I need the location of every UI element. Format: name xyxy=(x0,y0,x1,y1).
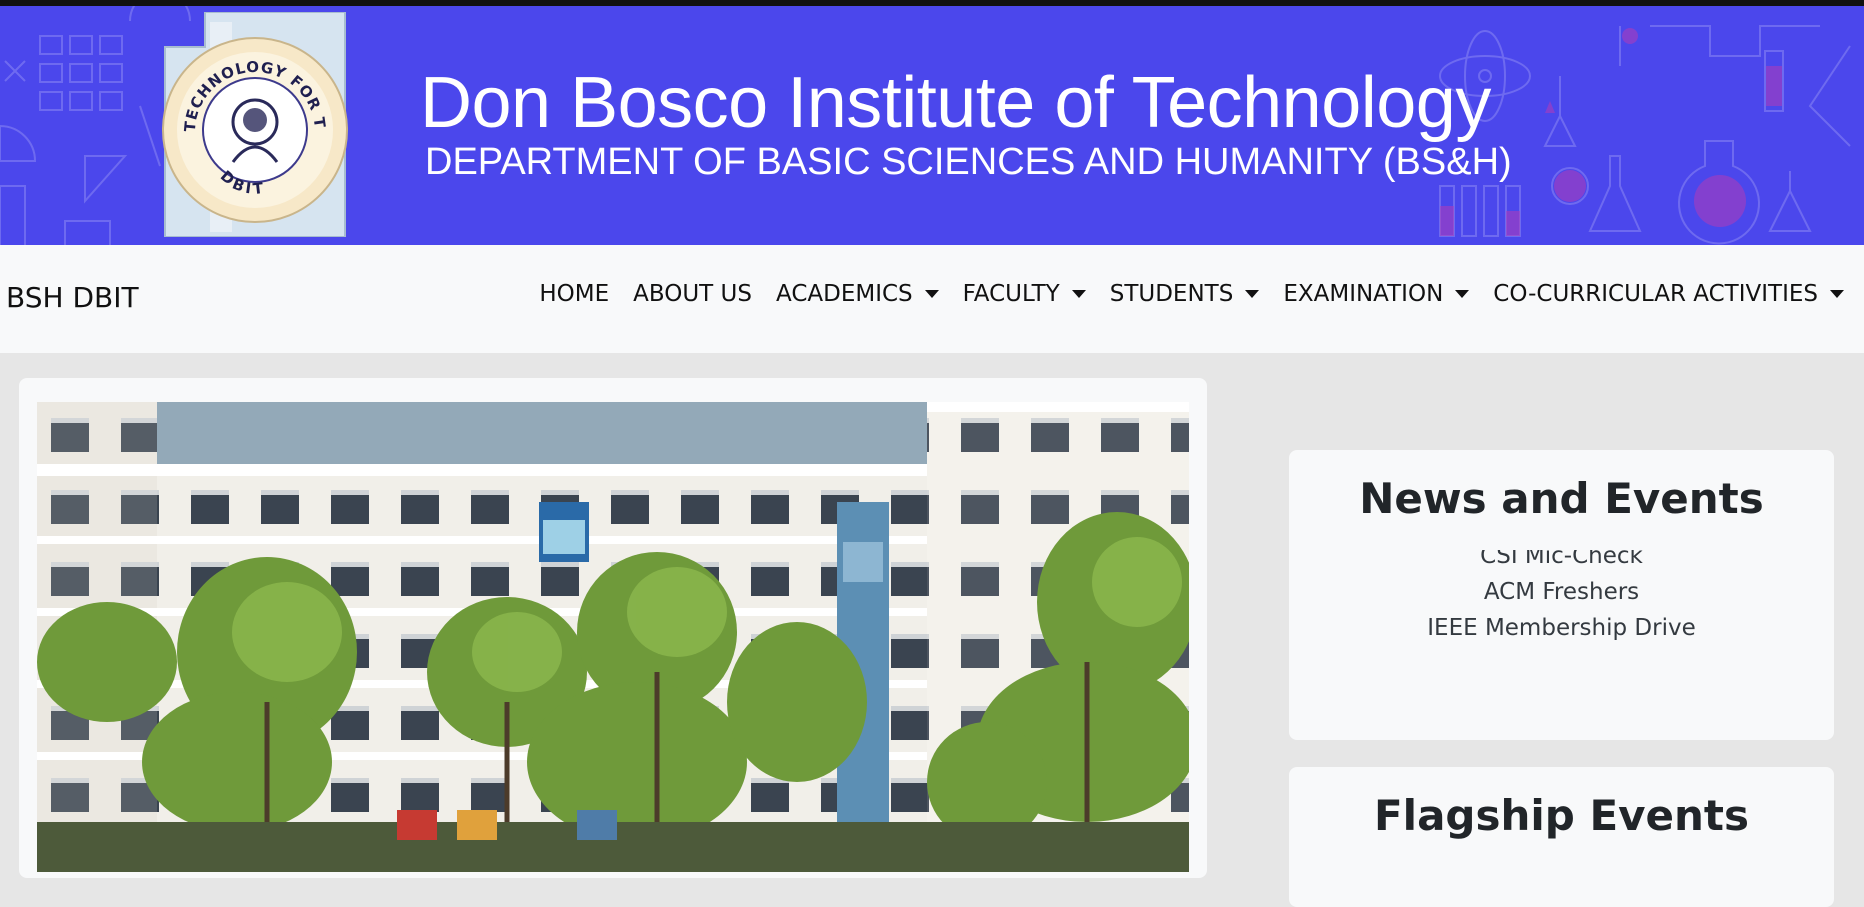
nav-item-students[interactable]: STUDENTS xyxy=(1110,281,1260,307)
nav-menu: HOME ABOUT US ACADEMICS FACULTY STUDENTS… xyxy=(539,281,1844,307)
nav-item-faculty[interactable]: FACULTY xyxy=(963,281,1086,307)
campus-building-photo xyxy=(37,402,1189,872)
nav-item-label: FACULTY xyxy=(962,281,1060,307)
nav-item-label: EXAMINATION xyxy=(1283,281,1444,307)
nav-item-home[interactable]: HOME xyxy=(539,281,609,307)
campus-building-illustration xyxy=(37,402,1189,872)
dbit-logo: TECHNOLOGY FOR THE YOUNG DBIT xyxy=(150,12,348,237)
dropdown-caret-icon xyxy=(924,290,939,298)
navbar-brand[interactable]: BSH DBIT xyxy=(6,281,139,314)
news-item[interactable]: CSI Mic-Check xyxy=(1289,550,1834,574)
header-banner: TECHNOLOGY FOR THE YOUNG DBIT Don Bosco … xyxy=(0,0,1864,245)
nav-item-label: HOME xyxy=(539,281,610,307)
news-events-card: News and Events CSI Mic-Check ACM Freshe… xyxy=(1289,450,1834,740)
nav-item-label: STUDENTS xyxy=(1109,281,1234,307)
main-navbar: BSH DBIT HOME ABOUT US ACADEMICS FACULTY… xyxy=(0,245,1864,353)
dropdown-caret-icon xyxy=(1830,290,1844,298)
hero-card xyxy=(19,378,1207,878)
nav-item-about-us[interactable]: ABOUT US xyxy=(633,281,752,307)
dropdown-caret-icon xyxy=(1245,290,1260,298)
department-subtitle: DEPARTMENT OF BASIC SCIENCES AND HUMANIT… xyxy=(425,141,1512,183)
dropdown-caret-icon xyxy=(1071,290,1086,298)
nav-item-label: ACADEMICS xyxy=(775,281,913,307)
dropdown-caret-icon xyxy=(1455,290,1470,298)
news-item[interactable]: ACM Freshers xyxy=(1289,574,1834,610)
flagship-events-title: Flagship Events xyxy=(1373,791,1749,840)
nav-item-examination[interactable]: EXAMINATION xyxy=(1283,281,1470,307)
news-item[interactable]: IEEE Membership Drive xyxy=(1289,610,1834,646)
nav-item-label: ABOUT US xyxy=(633,281,752,307)
nav-item-academics[interactable]: ACADEMICS xyxy=(776,281,939,307)
nav-item-co-curricular-activities[interactable]: CO-CURRICULAR ACTIVITIES xyxy=(1493,281,1844,307)
nav-item-label: CO-CURRICULAR ACTIVITIES xyxy=(1493,281,1818,307)
news-ticker: CSI Mic-Check ACM Freshers IEEE Membersh… xyxy=(1289,550,1834,660)
institute-title: Don Bosco Institute of Technology xyxy=(420,63,1491,143)
flagship-events-card: Flagship Events xyxy=(1289,767,1834,907)
news-events-title: News and Events xyxy=(1359,474,1764,523)
